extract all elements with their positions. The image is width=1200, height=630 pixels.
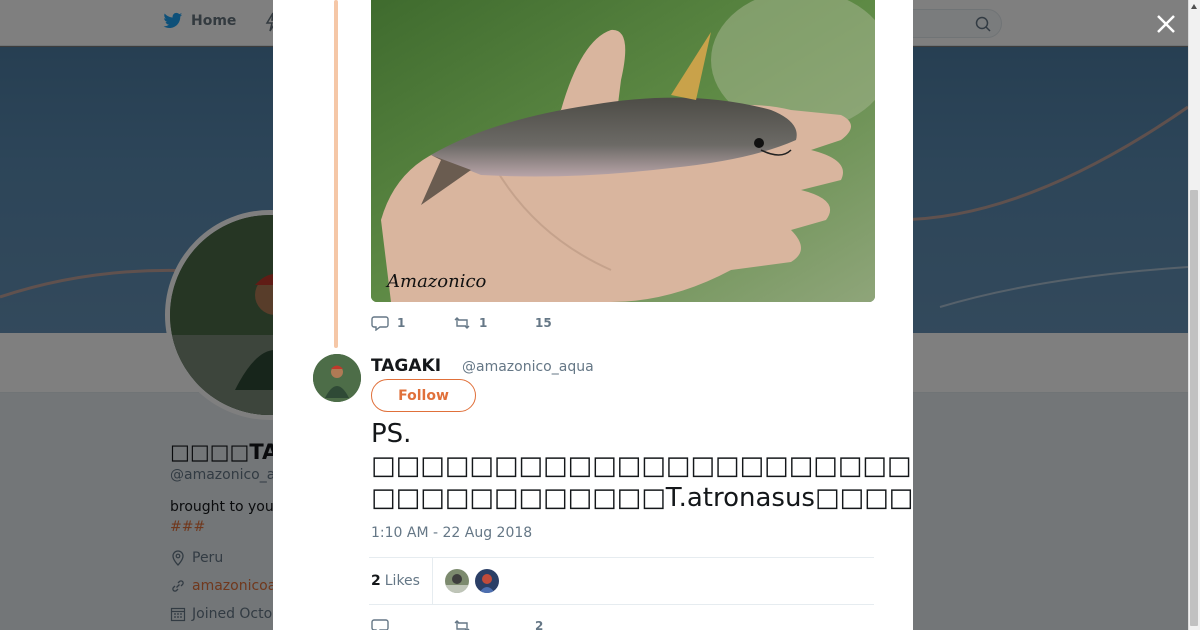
reply-count: 1 [397,316,406,330]
reply-button[interactable]: 1 [371,315,453,331]
previous-tweet-actions: 1 1 15 [371,315,575,331]
like-button[interactable]: 15 [535,316,575,330]
follow-button[interactable]: Follow [371,379,476,412]
likes-stat[interactable]: 2 Likes [369,557,433,605]
liker-avatar[interactable] [444,569,469,593]
tweet-text-line: □□□□□□□□□□□□T.atronasus□□□□□□□□□□□□□□□□T… [371,483,913,513]
tweet-author-name[interactable]: TAGAKI [371,356,441,376]
like-button[interactable]: 2 [535,619,575,630]
close-icon[interactable] [1152,10,1180,38]
retweet-icon [454,620,470,630]
liker-avatar[interactable] [474,569,499,593]
retweet-count: 1 [479,316,488,330]
tweet-text-line: □□□□□□□□□□□□□□□□□□□□□□□□□□□□□□ [371,451,913,481]
retweet-button[interactable]: 1 [453,315,535,331]
tweet-stats: 2 Likes [369,557,874,605]
tweet-modal: Amazonico 1 1 15 TAGAKI @amazonico_aqua … [273,0,913,630]
likes-label: Likes [384,573,420,589]
tweet-timestamp[interactable]: 1:10 AM - 22 Aug 2018 [371,525,532,541]
page-scrollbar[interactable] [1188,0,1200,630]
like-count: 15 [535,316,552,330]
tweet-text: PS. □□□□□□□□□□□□□□□□□□□□□□□□□□□□□□ □□□□□… [371,418,913,514]
scrollbar-thumb[interactable] [1190,190,1198,626]
tweet-text-line: PS. [371,419,412,449]
likes-count: 2 [371,573,381,589]
reply-icon [371,619,389,630]
thread-connector-line [334,0,338,348]
photo-watermark: Amazonico [387,271,487,292]
tweet-author-handle[interactable]: @amazonico_aqua [462,359,594,375]
reply-icon [371,316,389,331]
tweet-photo[interactable]: Amazonico [371,0,875,302]
reply-button[interactable] [371,618,453,630]
tweet-author-avatar[interactable] [313,354,361,402]
tweet-actions: 2 [371,618,575,630]
likers-list [433,569,499,593]
retweet-icon [454,317,470,329]
like-count: 2 [535,619,544,630]
retweet-button[interactable] [453,618,535,630]
scroll-up-arrow-icon[interactable] [1191,4,1197,9]
